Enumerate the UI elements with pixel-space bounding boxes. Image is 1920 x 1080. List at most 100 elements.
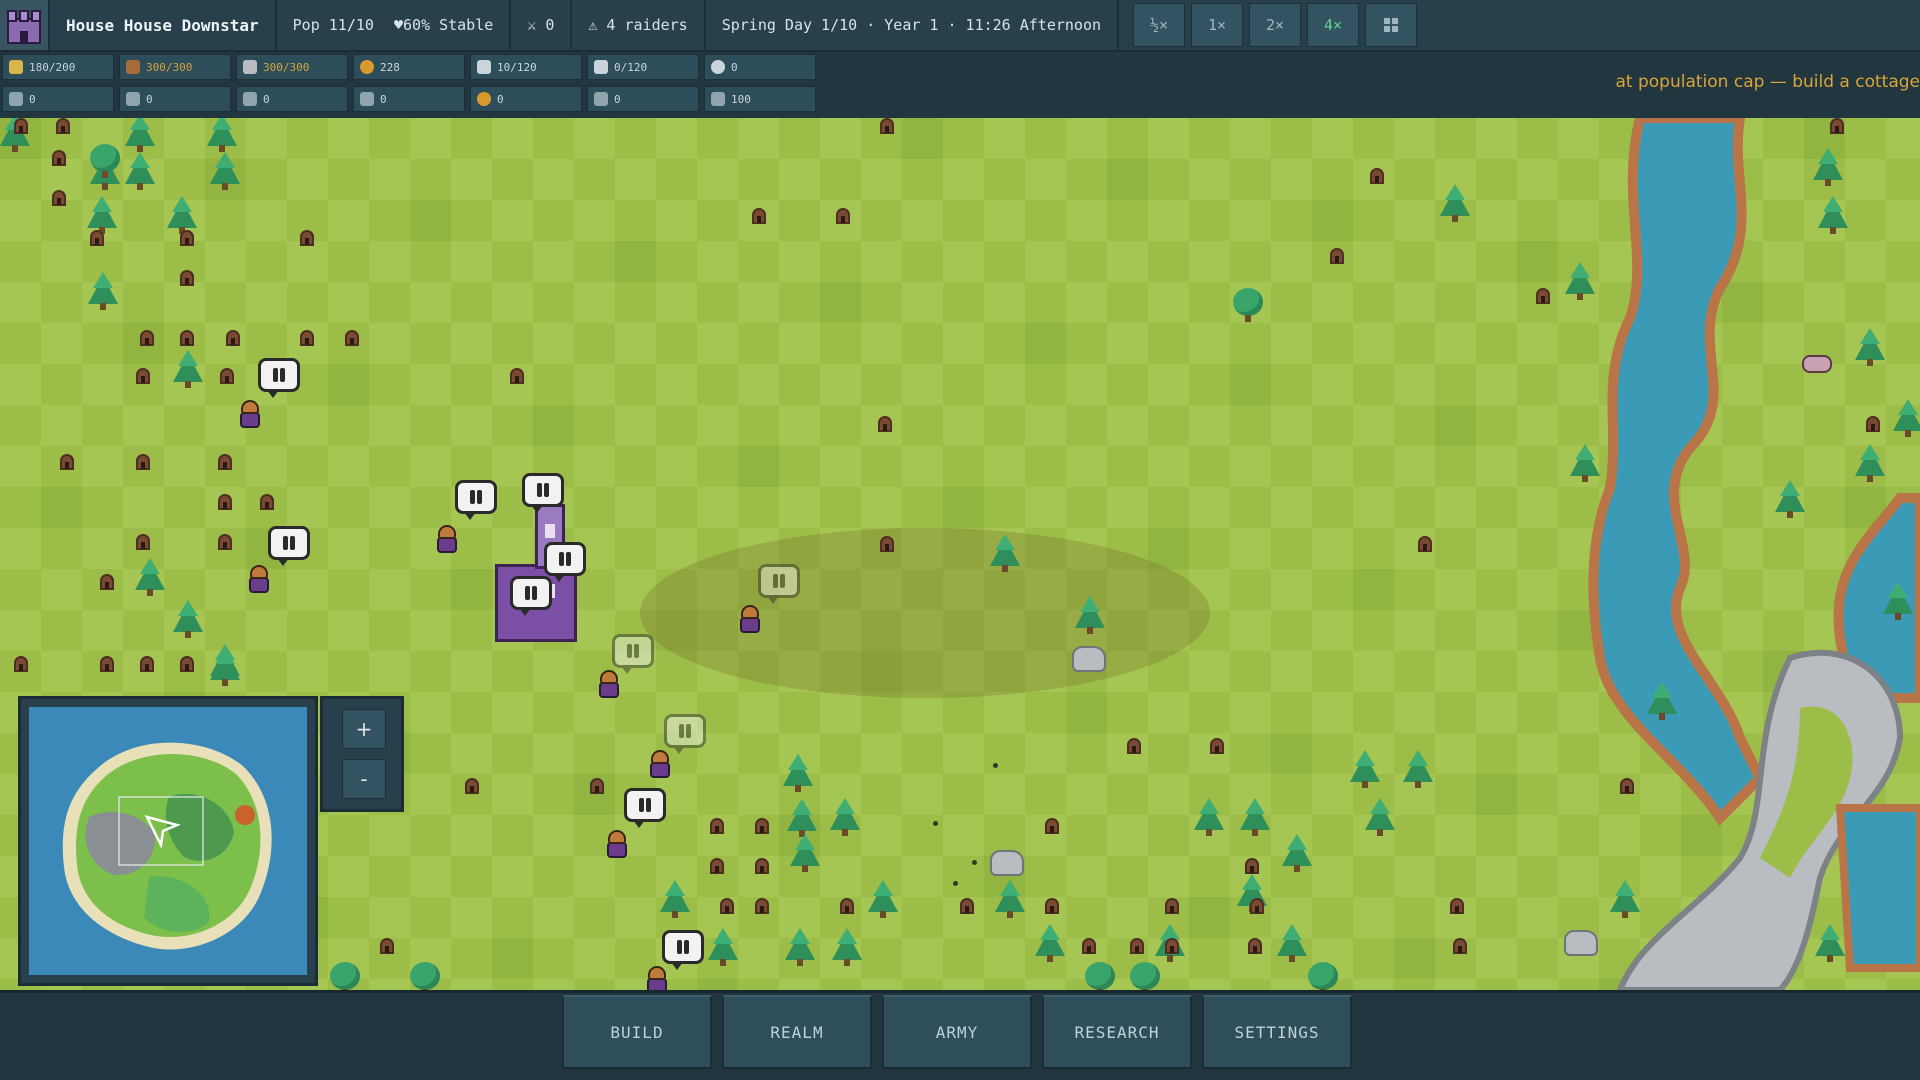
alert-bubble[interactable] <box>612 634 654 674</box>
resource-chip[interactable]: 0 <box>587 86 699 112</box>
tree-stump-icon <box>1127 738 1141 754</box>
tree-stump-icon <box>226 330 240 346</box>
tree-stump-icon <box>218 454 232 470</box>
settings-button[interactable]: SETTINGS <box>1202 995 1352 1069</box>
resource-chip[interactable]: 228 <box>353 54 465 80</box>
tree-stump-icon <box>878 416 892 432</box>
tree-stump-icon <box>220 368 234 384</box>
pine-tree-highlight <box>172 196 192 212</box>
zoom-in-button[interactable]: + <box>342 709 386 749</box>
tree-stump-icon <box>1045 898 1059 914</box>
tree-stump-icon <box>752 208 766 224</box>
realm-button[interactable]: REALM <box>722 995 872 1069</box>
pine-tree-highlight <box>215 648 235 664</box>
villager[interactable] <box>645 966 669 990</box>
villager[interactable] <box>648 750 672 780</box>
oak-tree-icon <box>410 962 440 990</box>
resource-chip[interactable]: 0/120 <box>587 54 699 80</box>
tree-stump-icon <box>140 330 154 346</box>
resource-chip[interactable]: 10/120 <box>470 54 582 80</box>
resource-chip[interactable]: 0 <box>470 86 582 112</box>
tree-stump-icon <box>755 898 769 914</box>
villager[interactable] <box>597 670 621 700</box>
resource-chip[interactable]: 180/200 <box>2 54 114 80</box>
villager-body <box>240 412 260 428</box>
tree-stump-icon <box>14 118 28 134</box>
pine-tree-highlight <box>1820 924 1840 940</box>
research-button[interactable]: RESEARCH <box>1042 995 1192 1069</box>
speed-half-button[interactable]: ½× <box>1133 3 1186 47</box>
alert-bubble[interactable] <box>664 714 706 754</box>
tree-stump-icon <box>136 368 150 384</box>
pine-tree-highlight <box>1199 798 1219 814</box>
tree-stump-icon <box>755 818 769 834</box>
pine-tree-highlight <box>837 928 857 944</box>
wild-animal[interactable] <box>1802 355 1832 373</box>
alert-bubble[interactable] <box>510 576 552 616</box>
alert-bubble[interactable] <box>522 473 564 513</box>
resource-chip[interactable]: 0 <box>119 86 231 112</box>
arrow-icon <box>711 92 725 106</box>
minimap[interactable] <box>18 696 318 986</box>
resource-chip[interactable]: 0 <box>2 86 114 112</box>
villager[interactable] <box>605 830 629 860</box>
resource-chip[interactable]: 0 <box>353 86 465 112</box>
alert-bubble[interactable] <box>544 542 586 582</box>
tree-stump-icon <box>1536 288 1550 304</box>
pine-tree-highlight <box>795 834 815 850</box>
villager-head <box>741 605 759 619</box>
speed-1x-button[interactable]: 1× <box>1191 3 1244 47</box>
stone-deposit[interactable] <box>1564 930 1598 956</box>
alert-bubble[interactable] <box>455 480 497 520</box>
speed-4x-button[interactable]: 4× <box>1307 3 1360 47</box>
house-name: House House Downstar <box>66 15 259 35</box>
resource-chip[interactable]: 0 <box>236 86 348 112</box>
villager[interactable] <box>738 605 762 635</box>
tree-stump-icon <box>755 858 769 874</box>
resource-dot <box>972 860 977 865</box>
villager[interactable] <box>238 400 262 430</box>
tree-stump-icon <box>1830 118 1844 134</box>
tree-stump-icon <box>710 818 724 834</box>
alert-bubble[interactable] <box>268 526 310 566</box>
build-button[interactable]: BUILD <box>562 995 712 1069</box>
resource-chip[interactable]: 300/300 <box>236 54 348 80</box>
army-button[interactable]: ARMY <box>882 995 1032 1069</box>
villager-head <box>651 750 669 764</box>
pine-tree-highlight <box>93 272 113 288</box>
resource-dot <box>953 881 958 886</box>
alert-bubble[interactable] <box>758 564 800 604</box>
zoom-out-button[interactable]: - <box>342 759 386 799</box>
resource-chip[interactable]: 300/300 <box>119 54 231 80</box>
tree-stump-icon <box>1245 858 1259 874</box>
resource-value: 10/120 <box>497 60 537 74</box>
resource-value: 0 <box>146 92 153 106</box>
raiders-segment[interactable]: ⚠ 4 raiders <box>572 0 706 50</box>
pine-tree-highlight <box>1242 874 1262 890</box>
grid-icon[interactable] <box>1365 3 1418 47</box>
pine-tree-highlight <box>1445 184 1465 200</box>
crown-icon <box>9 60 23 74</box>
alert-bubble[interactable] <box>662 930 704 970</box>
villager-body <box>740 617 760 633</box>
resource-chip[interactable]: 100 <box>704 86 816 112</box>
resource-chip[interactable]: 0 <box>704 54 816 80</box>
military-segment[interactable]: ⚔ 0 <box>511 0 573 50</box>
alert-bubble[interactable] <box>624 788 666 828</box>
house-crest-icon[interactable] <box>0 0 50 50</box>
pine-tree-highlight <box>1080 596 1100 612</box>
villager[interactable] <box>247 565 271 595</box>
alert-bubble[interactable] <box>258 358 300 398</box>
speed-2x-button[interactable]: 2× <box>1249 3 1302 47</box>
tree-stump-icon <box>1450 898 1464 914</box>
stone-deposit[interactable] <box>990 850 1024 876</box>
population-segment[interactable]: Pop 11/10 ♥60% Stable <box>277 0 512 50</box>
pine-tree-highlight <box>835 798 855 814</box>
tree-stump-icon <box>1210 738 1224 754</box>
tree-stump-icon <box>590 778 604 794</box>
villager[interactable] <box>435 525 459 555</box>
tree-stump-icon <box>1130 938 1144 954</box>
tree-stump-icon <box>345 330 359 346</box>
tree-stump-icon <box>1248 938 1262 954</box>
stone-deposit[interactable] <box>1072 646 1106 672</box>
